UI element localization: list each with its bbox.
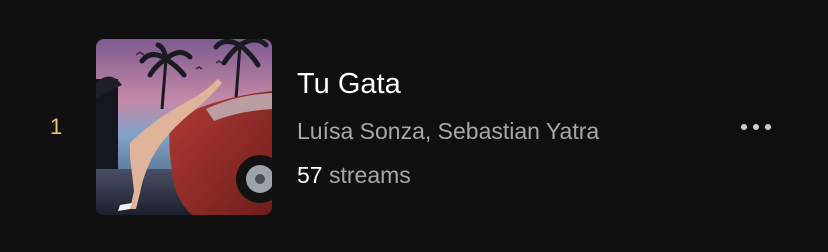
streams-count: 57	[297, 162, 323, 188]
track-rank: 1	[50, 114, 63, 139]
album-art-image	[96, 39, 272, 215]
more-horizontal-icon	[753, 124, 759, 130]
more-horizontal-icon	[765, 124, 771, 130]
track-title[interactable]: Tu Gata	[297, 66, 401, 102]
more-options-button[interactable]	[728, 112, 784, 142]
track-artists[interactable]: Luísa Sonza, Sebastian Yatra	[297, 116, 599, 146]
track-row[interactable]: 1 Tu Gata Luísa Sonza, Sebastian Yatra 5…	[0, 0, 828, 252]
streams-label: streams	[328, 162, 411, 188]
more-horizontal-icon	[741, 124, 747, 130]
album-art[interactable]	[96, 39, 272, 215]
track-streams: 57 streams	[297, 160, 411, 190]
